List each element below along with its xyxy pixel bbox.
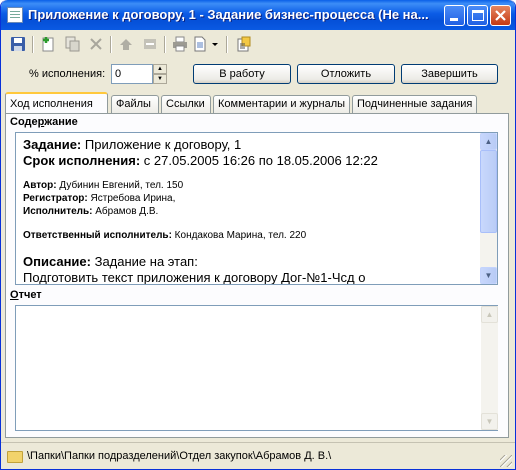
tab-files[interactable]: Файлы <box>111 95 159 114</box>
scroll-thumb[interactable] <box>480 150 497 233</box>
maximize-button[interactable] <box>467 5 488 26</box>
deadline-value: с 27.05.2005 16:26 по 18.05.2006 12:22 <box>140 153 378 168</box>
content-scrollbar[interactable]: ▲ ▼ <box>480 133 497 284</box>
progress-spinner[interactable]: ▲ ▼ <box>153 64 167 84</box>
close-icon <box>495 10 506 21</box>
scroll-down-icon[interactable]: ▼ <box>480 267 497 284</box>
content-viewer[interactable]: Задание: Приложение к договору, 1 Срок и… <box>15 132 498 285</box>
tab-progress[interactable]: Ход исполнения <box>5 92 108 114</box>
task-value: Приложение к договору, 1 <box>81 137 242 152</box>
maximize-icon <box>472 10 484 21</box>
postpone-button[interactable]: Отложить <box>297 64 395 84</box>
toolbar-separator <box>226 36 228 53</box>
task-document-icon <box>7 7 23 23</box>
scroll-up-icon[interactable]: ▲ <box>480 133 497 150</box>
spin-down-icon[interactable]: ▼ <box>153 74 167 84</box>
print-icon[interactable] <box>172 36 188 52</box>
window-title: Приложение к договору, 1 - Задание бизне… <box>28 7 429 22</box>
to-work-button[interactable]: В работу <box>193 64 291 84</box>
tab-comments[interactable]: Комментарии и журналы <box>213 95 350 114</box>
report-scroll-down-icon[interactable]: ▼ <box>481 413 498 430</box>
executor-label: Исполнитель: <box>23 206 93 217</box>
document-icon[interactable] <box>192 36 208 52</box>
task-window: Приложение к договору, 1 - Задание бизне… <box>0 0 516 470</box>
copy-icon[interactable] <box>64 36 80 52</box>
toolbar <box>4 32 512 56</box>
spin-up-icon[interactable]: ▲ <box>153 64 167 74</box>
forward-icon[interactable] <box>118 36 134 52</box>
progress-row: % исполнения: ▲ ▼ В работу Отложить Заве… <box>1 60 515 90</box>
folder-path: \Папки\Папки подразделений\Отдел закупок… <box>27 450 332 462</box>
author-value: Дубинин Евгений, тел. 150 <box>56 180 184 191</box>
progress-input[interactable] <box>111 64 153 84</box>
toolbar-separator <box>164 36 166 53</box>
description-text: Подготовить текст приложения к договору … <box>23 270 366 285</box>
title-bar[interactable]: Приложение к договору, 1 - Задание бизне… <box>1 0 515 30</box>
save-icon[interactable] <box>10 36 26 52</box>
properties-icon[interactable] <box>236 36 252 52</box>
minimize-button[interactable] <box>444 5 465 26</box>
report-scroll-up-icon[interactable]: ▲ <box>481 306 498 323</box>
resize-grip[interactable] <box>500 455 512 467</box>
report-section-label: Отчет <box>10 289 42 301</box>
close-button[interactable] <box>490 5 511 26</box>
task-label: Задание: <box>23 137 82 152</box>
tab-bar: Ход исполнения Файлы Ссылки Комментарии … <box>5 92 513 114</box>
progress-label: % исполнения: <box>29 68 106 80</box>
report-field[interactable] <box>15 305 498 431</box>
dropdown-icon[interactable] <box>211 36 220 52</box>
registrar-value: Ястребова Ирина, <box>87 193 176 204</box>
responsible-value: Кондакова Марина, тел. 220 <box>171 230 307 241</box>
content-section-label: Содержание <box>10 116 78 128</box>
toolbar-separator <box>110 36 112 53</box>
status-bar: \Папки\Папки подразделений\Отдел закупок… <box>1 442 515 469</box>
deadline-label: Срок исполнения: <box>23 153 141 168</box>
new-icon[interactable] <box>40 36 56 52</box>
tab-links[interactable]: Ссылки <box>161 95 211 114</box>
description-label: Описание: <box>23 254 91 269</box>
registrar-label: Регистратор: <box>23 193 88 204</box>
executor-value: Абрамов Д.В. <box>92 206 159 217</box>
delete-icon[interactable] <box>88 36 104 52</box>
author-label: Автор: <box>23 180 57 191</box>
report-scrollbar[interactable]: ▲ ▼ <box>481 306 498 430</box>
tab-subtasks[interactable]: Подчиненные задания <box>352 95 477 114</box>
toolbar-separator <box>32 36 34 53</box>
complete-button[interactable]: Завершить <box>401 64 498 84</box>
minimize-icon <box>450 18 458 21</box>
return-icon[interactable] <box>142 36 158 52</box>
description-value: Задание на этап: <box>90 254 198 269</box>
folder-icon <box>7 451 23 463</box>
responsible-label: Ответственный исполнитель: <box>23 230 172 241</box>
